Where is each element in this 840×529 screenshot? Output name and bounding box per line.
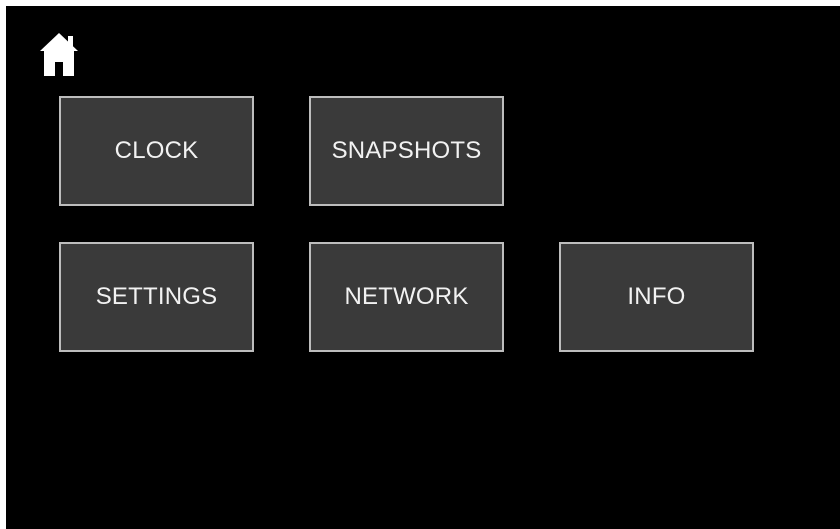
info-button[interactable]: INFO (559, 242, 754, 352)
settings-button-label: SETTINGS (95, 283, 218, 310)
info-button-label: INFO (627, 283, 686, 310)
clock-button-label: CLOCK (114, 137, 199, 164)
network-button[interactable]: NETWORK (309, 242, 504, 352)
snapshots-button[interactable]: SNAPSHOTS (309, 96, 504, 206)
clock-button[interactable]: CLOCK (59, 96, 254, 206)
home-icon[interactable] (40, 31, 78, 81)
home-icon-glyph (40, 33, 78, 76)
main-screen: CLOCK SNAPSHOTS SETTINGS NETWORK INFO (6, 6, 840, 529)
snapshots-button-label: SNAPSHOTS (331, 137, 482, 164)
settings-button[interactable]: SETTINGS (59, 242, 254, 352)
network-button-label: NETWORK (344, 283, 469, 310)
